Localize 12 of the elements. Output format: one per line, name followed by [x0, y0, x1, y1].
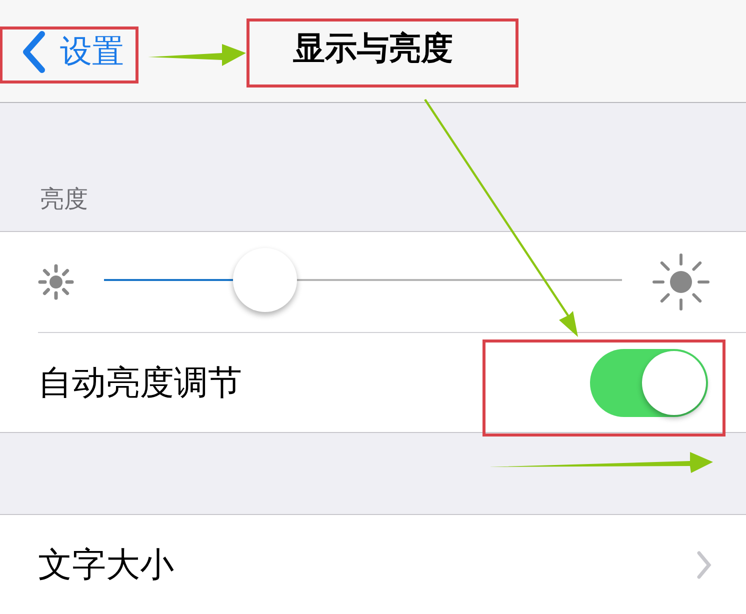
large-sun-icon [652, 253, 710, 311]
section-header: 亮度 [40, 184, 88, 215]
screen-title: 显示与亮度 [293, 28, 453, 69]
back-button[interactable]: 设置 [22, 30, 124, 74]
chevron-right-icon [696, 550, 712, 580]
slider-thumb[interactable] [232, 248, 297, 312]
settings-row[interactable]: 文字大小 [38, 515, 746, 614]
back-chevron-icon [22, 31, 46, 73]
setting-label: 文字大小 [38, 544, 174, 587]
toggle-switch[interactable] [590, 348, 708, 416]
setting-label: 自动亮度调节 [38, 362, 242, 404]
small-sun-icon [36, 262, 76, 302]
